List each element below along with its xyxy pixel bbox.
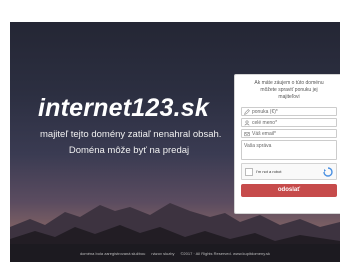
envelope-icon bbox=[244, 131, 250, 136]
offer-placeholder: ponuka (€)* bbox=[252, 108, 278, 115]
footer-copyright: ©2017 · All Rights Reserved. www.kupitdo… bbox=[180, 250, 271, 256]
recaptcha-widget: I'm not a robot bbox=[241, 163, 337, 180]
user-icon bbox=[244, 119, 250, 126]
hero-subtitle: majiteľ tejto domény zatiaľ nenahral obs… bbox=[40, 127, 222, 159]
email-field[interactable]: Váš email* bbox=[241, 129, 337, 138]
recaptcha-logo-icon bbox=[323, 166, 333, 177]
recaptcha-checkbox[interactable] bbox=[245, 167, 253, 176]
form-intro-line-3: majiteľovi bbox=[278, 94, 300, 100]
submit-button[interactable]: odoslať bbox=[241, 184, 337, 197]
subtitle-line-1: majiteľ tejto domény zatiaľ nenahral obs… bbox=[40, 129, 222, 140]
domain-headline: internet123.sk bbox=[38, 94, 209, 122]
message-field[interactable]: Vaša správa bbox=[241, 140, 337, 160]
landing-page: internet123.sk majiteľ tejto domény zati… bbox=[10, 22, 340, 262]
form-intro-line-1: Ak máte záujem o túto doménu bbox=[254, 80, 324, 86]
offer-field[interactable]: ponuka (€)* bbox=[241, 107, 337, 116]
name-field[interactable]: celé meno* bbox=[241, 118, 337, 127]
offer-form: Ak máte záujem o túto doménu môžete spra… bbox=[234, 74, 340, 214]
form-intro: Ak máte záujem o túto doménu môžete spra… bbox=[235, 75, 340, 105]
name-placeholder: celé meno* bbox=[252, 119, 278, 126]
email-placeholder: Váš email* bbox=[252, 130, 276, 137]
form-intro-line-2: môžete spraviť ponuku jej bbox=[260, 87, 318, 93]
footer: doména bola zaregistrovaná službou názov… bbox=[10, 244, 340, 262]
footer-service-link[interactable]: názov sluzby bbox=[151, 251, 174, 256]
recaptcha-label: I'm not a robot bbox=[256, 169, 282, 174]
footer-registrar-text: doména bola zaregistrovaná službou bbox=[79, 250, 146, 256]
pencil-icon bbox=[244, 108, 250, 115]
subtitle-line-2: Doména môže byť na predaj bbox=[68, 145, 190, 156]
